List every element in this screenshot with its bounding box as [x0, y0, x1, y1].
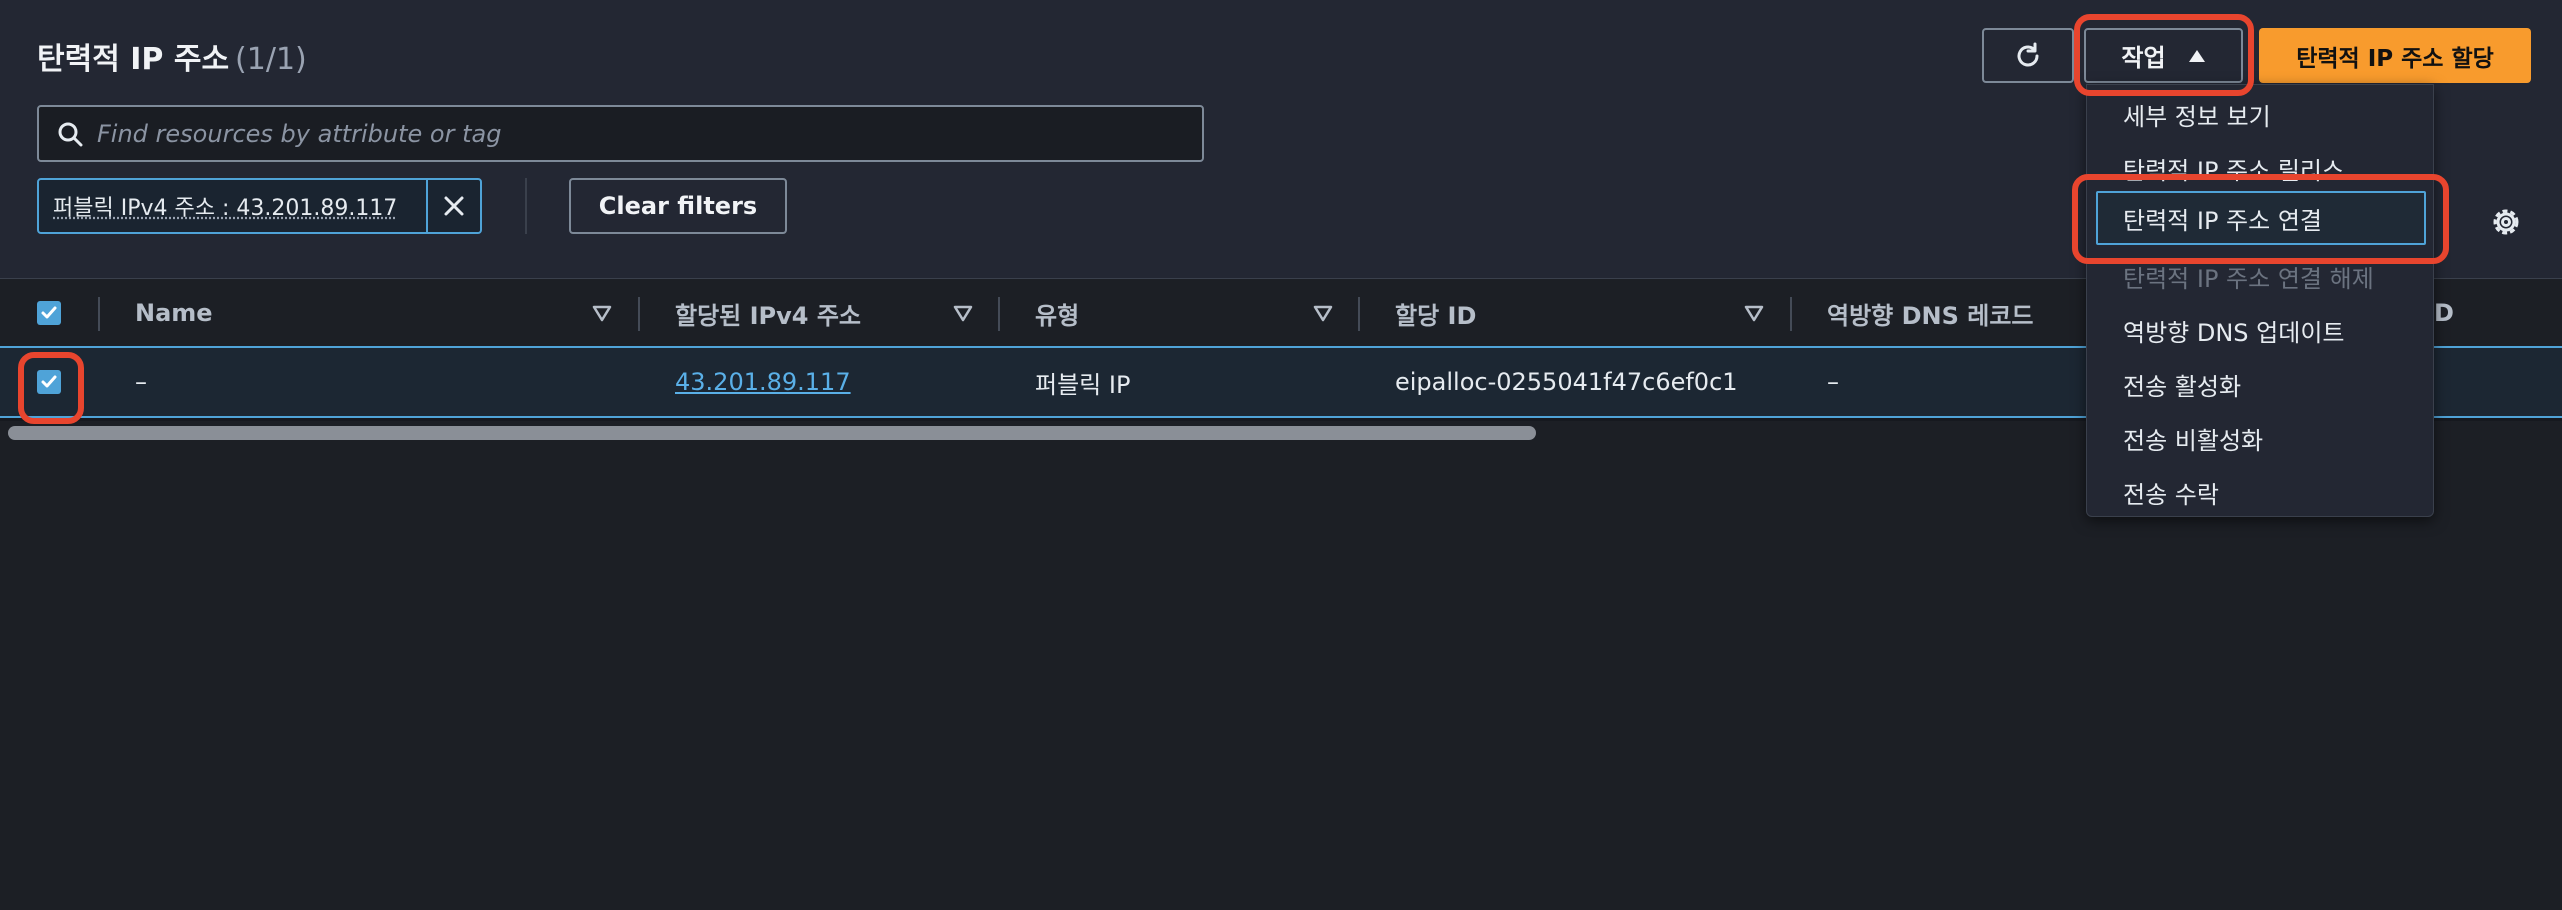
- remove-filter-button[interactable]: [426, 180, 480, 232]
- column-header-type[interactable]: 유형: [1035, 279, 1079, 347]
- refresh-icon: [2017, 42, 2039, 66]
- checkbox-icon: [41, 306, 57, 319]
- allocate-eip-button[interactable]: 탄력적 IP 주소 할당: [2259, 28, 2531, 83]
- sort-icon[interactable]: [1744, 303, 1764, 323]
- column-separator: [1790, 297, 1792, 331]
- page-title: 탄력적 IP 주소 (1/1): [37, 34, 307, 78]
- filter-token[interactable]: 퍼블릭 IPv4 주소 : 43.201.89.117: [37, 178, 482, 234]
- scrollbar-thumb[interactable]: [8, 426, 1536, 440]
- sort-icon[interactable]: [592, 303, 612, 323]
- cell-type: 퍼블릭 IP: [1035, 370, 1131, 399]
- column-header-name[interactable]: Name: [135, 279, 213, 347]
- column-header-partial[interactable]: D: [2434, 279, 2454, 347]
- column-separator: [1358, 297, 1360, 331]
- column-header-allocation-id[interactable]: 할당 ID: [1395, 279, 1476, 347]
- menu-item-accept-transfer[interactable]: 전송 수락: [2123, 465, 2219, 519]
- elastic-ip-page: 탄력적 IP 주소 (1/1) 작업 탄력적 IP 주소 할당 Find reso…: [0, 0, 2562, 910]
- sort-icon[interactable]: [1313, 303, 1333, 323]
- close-icon: [444, 196, 464, 216]
- filter-divider: [525, 178, 527, 234]
- checkbox-icon: [41, 375, 57, 388]
- column-separator: [638, 297, 640, 331]
- cell-allocation-id: eipalloc-0255041f47c6ef0c1: [1395, 368, 1738, 396]
- menu-item-view-details[interactable]: 세부 정보 보기: [2123, 87, 2271, 141]
- search-placeholder: Find resources by attribute or tag: [97, 119, 502, 148]
- clear-filters-button[interactable]: Clear filters: [569, 178, 787, 234]
- search-input[interactable]: Find resources by attribute or tag: [37, 105, 1204, 162]
- column-separator: [98, 297, 100, 331]
- cell-name: –: [135, 368, 147, 396]
- menu-item-disable-transfer[interactable]: 전송 비활성화: [2123, 411, 2263, 465]
- selection-count: (1/1): [235, 42, 307, 77]
- column-header-ipv4[interactable]: 할당된 IPv4 주소: [675, 279, 861, 347]
- menu-item-update-reverse-dns[interactable]: 역방향 DNS 업데이트: [2123, 303, 2345, 357]
- filter-token-label[interactable]: 퍼블릭 IPv4 주소 : 43.201.89.117: [39, 190, 426, 222]
- select-all-checkbox[interactable]: [37, 301, 61, 325]
- row-checkbox[interactable]: [37, 370, 61, 394]
- column-separator: [998, 297, 1000, 331]
- settings-icon[interactable]: [2488, 204, 2524, 240]
- menu-item-release[interactable]: 탄력적 IP 주소 릴리스: [2123, 141, 2344, 195]
- caret-up-icon: [2188, 49, 2205, 62]
- cell-ipv4-link[interactable]: 43.201.89.117: [675, 348, 851, 416]
- menu-item-enable-transfer[interactable]: 전송 활성화: [2123, 357, 2241, 411]
- sort-icon[interactable]: [953, 303, 973, 323]
- actions-button-label: 작업: [2121, 44, 2166, 72]
- page-title-text: 탄력적 IP 주소: [37, 42, 230, 77]
- actions-button[interactable]: 작업: [2084, 28, 2243, 83]
- menu-item-disassociate: 탄력적 IP 주소 연결 해제: [2123, 264, 2374, 293]
- menu-item-associate[interactable]: 탄력적 IP 주소 연결: [2096, 191, 2426, 245]
- actions-menu: 세부 정보 보기 탄력적 IP 주소 릴리스 탄력적 IP 주소 연결 탄력적 …: [2086, 84, 2434, 517]
- refresh-button[interactable]: [1982, 28, 2074, 83]
- column-header-reverse-dns[interactable]: 역방향 DNS 레코드: [1827, 279, 2033, 347]
- search-icon: [58, 122, 83, 146]
- cell-reverse-dns: –: [1827, 368, 1839, 396]
